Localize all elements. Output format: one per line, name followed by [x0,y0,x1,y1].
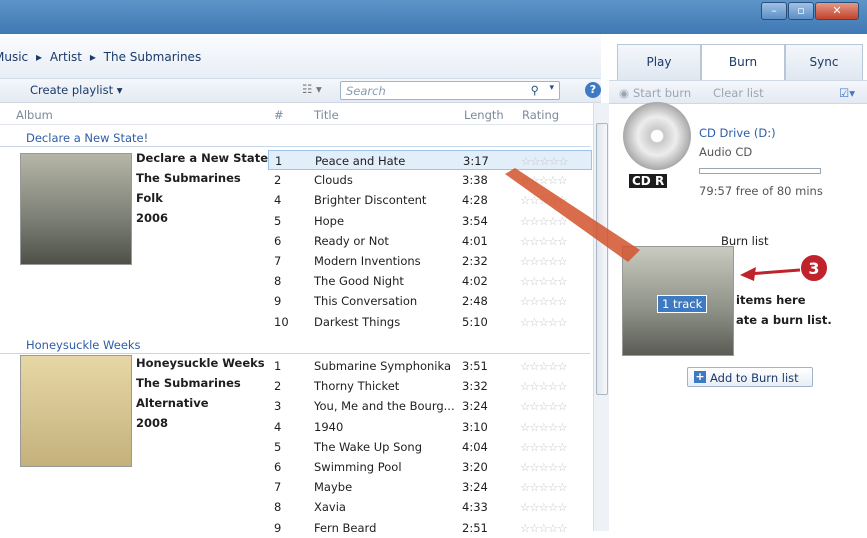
callout-arrowhead [740,267,756,281]
drag-arrow [505,168,640,262]
callout-pointer [747,268,801,276]
step-callout: 3 [800,254,828,282]
drag-arrow-overlay [505,168,801,281]
